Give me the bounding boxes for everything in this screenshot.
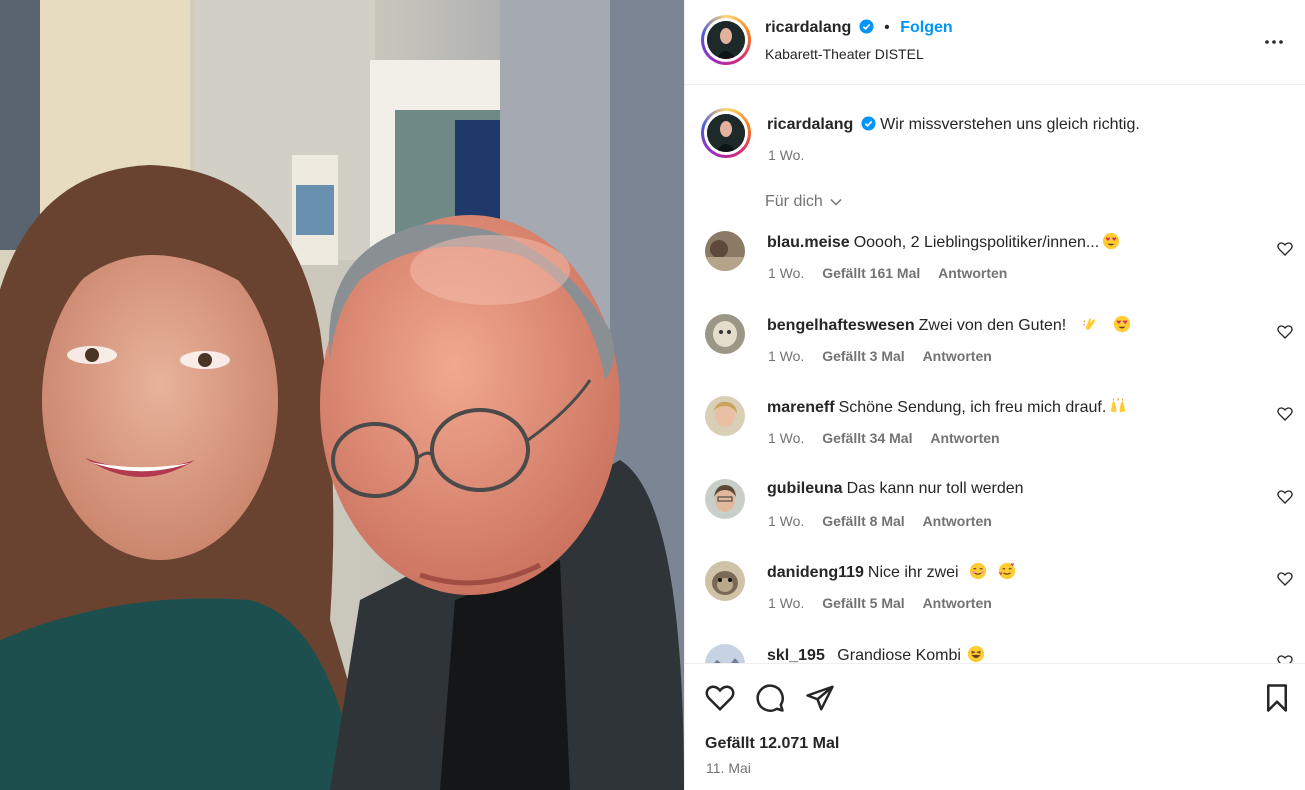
laughing-face-emoji-icon [967,645,985,663]
comment-time[interactable]: 1 Wo. [768,348,804,364]
comment-likes[interactable]: Gefällt 34 Mal [822,430,912,446]
like-heart-icon[interactable] [705,683,735,713]
like-count[interactable]: Gefällt 12.071 Mal [705,735,839,753]
comment-time[interactable]: 1 Wo. [768,513,804,529]
reply-button[interactable]: Antworten [930,430,999,446]
smiling-face-emoji-icon [969,562,987,580]
comment-item: skl_195 Grandiose Kombi [685,628,1305,663]
clapping-hands-emoji-icon [1082,318,1096,330]
comment-text: Schöne Sendung, ich freu mich drauf. [838,399,1107,416]
comment-text: Nice ihr zwei [867,564,959,581]
caption-text: Wir missverstehen uns gleich richtig. [880,116,1140,133]
verified-badge-icon [859,19,874,34]
commenter-avatar[interactable] [705,561,745,601]
comment-item: danideng119 Nice ihr zwei 1 Wo. Gefällt 5… [685,545,1305,627]
sort-label: Für dich [765,193,823,210]
follow-button[interactable]: Folgen [900,19,952,36]
commenter-avatar[interactable] [705,479,745,519]
post-date[interactable]: 11. Mai [706,760,751,776]
heart-eyes-emoji-icon [1103,232,1120,250]
reply-button[interactable]: Antworten [923,348,992,364]
smiling-face-with-hearts-emoji-icon [998,562,1015,580]
commenter-username[interactable]: bengelhafteswesen [767,317,915,334]
commenter-avatar[interactable] [705,314,745,354]
post-sidebar: ricardalang • Folgen Kabarett-Theater DI… [684,0,1305,790]
comment-heart-icon[interactable] [1277,489,1293,505]
bookmark-save-icon[interactable] [1262,683,1292,713]
comment-time[interactable]: 1 Wo. [768,595,804,611]
comment-text: Das kann nur toll werden [846,480,1024,497]
comment-item: gubileuna Das kann nur toll werden 1 Wo. … [685,463,1305,545]
separator-dot: • [884,19,890,36]
comment-heart-icon[interactable] [1277,241,1293,257]
comment-text: Grandiose Kombi [837,647,961,663]
commenter-username[interactable]: danideng119 [767,564,864,581]
verified-badge-icon [861,116,876,131]
comment-time[interactable]: 1 Wo. [768,265,804,281]
post-photo[interactable] [0,0,684,790]
comments-list[interactable]: blau.meise Ooooh, 2 Lieblingspolitiker/in… [685,215,1305,663]
commenter-username[interactable]: skl_195 [767,647,825,663]
comment-item: bengelhafteswesen Zwei von den Guten! 1 W… [685,298,1305,380]
reply-button[interactable]: Antworten [938,265,1007,281]
comment-bubble-icon[interactable] [755,683,785,713]
comment-sort-dropdown[interactable]: Für dich [765,193,843,211]
comment-likes[interactable]: Gefällt 5 Mal [822,595,904,611]
chevron-down-icon [830,198,842,206]
caption-avatar[interactable] [701,108,751,158]
commenter-username[interactable]: mareneff [767,399,835,416]
commenter-avatar[interactable] [705,396,745,436]
author-username[interactable]: ricardalang [765,19,851,36]
commenter-username[interactable]: gubileuna [767,480,843,497]
caption-time[interactable]: 1 Wo. [768,147,804,163]
comment-heart-icon[interactable] [1277,654,1293,663]
commenter-avatar[interactable] [705,644,745,663]
comment-heart-icon[interactable] [1277,324,1293,340]
commenter-avatar[interactable] [705,231,745,271]
reply-button[interactable]: Antworten [923,513,992,529]
comment-likes[interactable]: Gefällt 3 Mal [822,348,904,364]
commenter-username[interactable]: blau.meise [767,234,850,251]
more-options-icon[interactable] [1262,30,1286,54]
comment-text: Zwei von den Guten! [918,317,1067,334]
share-send-icon[interactable] [805,683,835,713]
comment-text: Ooooh, 2 Lieblingspolitiker/innen... [853,234,1100,251]
author-avatar[interactable] [701,15,751,65]
comment-heart-icon[interactable] [1277,406,1293,422]
raising-hands-emoji-icon [1111,397,1126,413]
instagram-post-view: ricardalang • Folgen Kabarett-Theater DI… [0,0,1305,790]
heart-eyes-emoji-icon [1114,315,1131,333]
reply-button[interactable]: Antworten [923,595,992,611]
selfie-image [0,0,684,790]
comment-likes[interactable]: Gefällt 8 Mal [822,513,904,529]
comment-item: blau.meise Ooooh, 2 Lieblingspolitiker/in… [685,215,1305,297]
comment-likes[interactable]: Gefällt 161 Mal [822,265,920,281]
post-header: ricardalang • Folgen Kabarett-Theater DI… [685,0,1305,85]
comment-time[interactable]: 1 Wo. [768,430,804,446]
comment-item: mareneff Schöne Sendung, ich freu mich dr… [685,380,1305,462]
caption-username[interactable]: ricardalang [767,116,853,133]
post-actions: Gefällt 12.071 Mal 11. Mai [685,663,1305,790]
comment-heart-icon[interactable] [1277,571,1293,587]
location-link[interactable]: Kabarett-Theater DISTEL [765,46,924,62]
